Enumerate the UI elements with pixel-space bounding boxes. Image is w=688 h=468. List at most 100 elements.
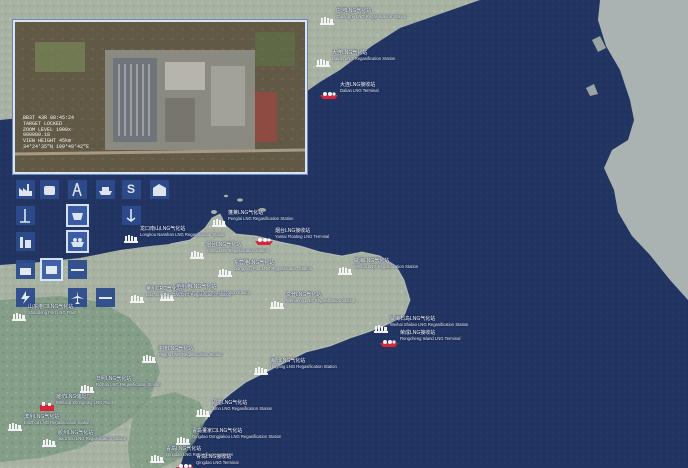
line-tool-button[interactable] xyxy=(68,260,87,279)
lng-terminal-icon[interactable] xyxy=(380,334,398,347)
lng-terminal-icon[interactable] xyxy=(176,458,194,468)
facility-label[interactable]: 青岛LNG接收站 Qingdao LNG Terminal xyxy=(196,454,239,465)
pipeline-tool-button[interactable] xyxy=(16,206,35,225)
lng-plant-icon[interactable] xyxy=(40,398,54,411)
refinery-tool-button[interactable] xyxy=(16,232,35,251)
regasification-station-icon[interactable] xyxy=(254,362,268,375)
facility-name-en: Weihai Shidao LNG Regasification Station xyxy=(390,321,469,327)
facility-name-en: Weifang Zhongtong LNG Plant xyxy=(56,399,113,405)
warehouse-tool-button[interactable] xyxy=(150,180,169,199)
island xyxy=(237,198,243,202)
facility-label[interactable]: 海阳LNG气化站 Haiyang LNG Regasification Stati… xyxy=(270,358,337,369)
facility-name-en: Dalian LNG Terminal xyxy=(340,87,379,93)
facility-label[interactable]: 荣成LNG接收站 Rongcheng Island LNG Terminal xyxy=(400,330,461,341)
regasification-station-icon[interactable] xyxy=(142,350,156,363)
regasification-station-icon[interactable] xyxy=(338,262,352,275)
facility-name-en: Jimo LNG Regasification Station xyxy=(212,405,273,411)
facility-name-en: Jiaozhou LNG Regasification Station xyxy=(58,435,127,441)
facility-label[interactable]: 莱州CRC气化站 Laizhou CRC Gas LNG Regasificati… xyxy=(146,286,232,297)
facility-label[interactable]: 庄河LNG气化站 Zhuanghe LNG Regasification Stat… xyxy=(336,8,407,19)
regasification-station-icon[interactable] xyxy=(196,404,210,417)
pipeline-icon xyxy=(20,209,30,223)
factory-icon xyxy=(19,184,32,196)
road-icon xyxy=(99,297,112,299)
facility-name-en: Dalian LNG Regasification Station xyxy=(332,55,396,61)
lng-carrier-icon xyxy=(71,238,84,247)
facility-label[interactable]: 潍坊LNG储配厂 Weifang Zhongtong LNG Plant xyxy=(56,394,113,405)
road-tool-button[interactable] xyxy=(96,288,115,307)
map-view[interactable]: BB3T 43R 08:45:24 TARGET LOCKED ZOOM LEV… xyxy=(0,0,688,468)
lng-terminal-icon[interactable] xyxy=(320,86,338,99)
ship-tool-button[interactable] xyxy=(96,180,115,199)
facility-label[interactable]: 胶州LNG气化站 Jiaozhou LNG Regasification Stat… xyxy=(58,430,127,441)
facility-name-en: Zhuanghe LNG Regasification Station xyxy=(336,13,407,19)
regasification-station-icon[interactable] xyxy=(80,380,94,393)
facility-name-en: Weihai LNG Regasification Station xyxy=(354,263,419,269)
facility-name-en: Haiyang LNG Regasification Station xyxy=(270,363,337,369)
facility-name-en: Binzhou LNG Regasification Station xyxy=(24,419,91,425)
facility-label[interactable]: 蓬莱LNG气化站 Penglai LNG Regasification Stati… xyxy=(228,210,294,221)
facility-label[interactable]: 文登LNG气化站 Wendeng LNG Regasification Stati… xyxy=(286,292,355,303)
oil-rig-tool-button[interactable] xyxy=(68,180,87,199)
port-tool-button[interactable] xyxy=(122,206,141,225)
facility-label[interactable]: 大连LNG接收站 Dalian LNG Terminal xyxy=(340,82,379,93)
factory-tool-button[interactable] xyxy=(16,180,35,199)
facility-name-en: Qingdao Dongjiakou LNG Regasification St… xyxy=(192,433,282,439)
oil-rig-icon xyxy=(72,182,82,197)
regasification-station-icon[interactable] xyxy=(270,296,284,309)
station-s-tool-button[interactable]: S xyxy=(122,180,141,199)
facility-name-en: Pingdu LNG Regasification Station xyxy=(158,351,223,357)
regasification-station-icon[interactable] xyxy=(12,308,26,321)
refinery-icon xyxy=(20,237,31,248)
s-label: S xyxy=(127,182,136,196)
regasification-station-icon[interactable] xyxy=(150,450,164,463)
satellite-inset-panel: BB3T 43R 08:45:24 TARGET LOCKED ZOOM LEV… xyxy=(13,20,307,174)
regasification-station-icon[interactable] xyxy=(320,12,334,25)
facility-label[interactable]: 威海LNG气化站 Weihai LNG Regasification Statio… xyxy=(354,258,419,269)
regasification-station-icon[interactable] xyxy=(42,434,56,447)
facility-label[interactable]: 日照LNG气化站 Rizhao LNG Regasification Statio… xyxy=(96,376,161,387)
line-icon xyxy=(71,269,84,271)
facility-name-en: Rizhao LNG Regasification Station xyxy=(96,381,161,387)
regasification-station-icon[interactable] xyxy=(130,290,144,303)
facility-label[interactable]: 烟台LNG接收站 Yantai Floating LNG Terminal xyxy=(275,228,329,239)
regasification-station-icon[interactable] xyxy=(190,246,204,259)
storage-tool-button[interactable] xyxy=(16,260,35,279)
regasification-station-icon[interactable] xyxy=(124,230,138,243)
regasification-station-icon[interactable] xyxy=(316,54,330,67)
regasification-station-icon[interactable] xyxy=(218,264,232,277)
terminal-tool-button[interactable] xyxy=(40,258,63,281)
platform-tool-button[interactable] xyxy=(66,204,89,227)
warehouse-icon xyxy=(153,184,166,196)
facility-name-en: Dongying Port LNG Regasification Station xyxy=(234,265,312,271)
facility-label[interactable]: 平度LNG气化站 Pingdu LNG Regasification Statio… xyxy=(158,346,223,357)
facility-label[interactable]: 烟台LNG气化站 Yantai LNG Regasification Statio… xyxy=(206,242,270,253)
tank-icon xyxy=(44,186,55,195)
regasification-station-icon[interactable] xyxy=(8,418,22,431)
lng-terminal-icon[interactable] xyxy=(255,232,273,245)
inset-telemetry: BB3T 43R 08:45:24 TARGET LOCKED ZOOM LEV… xyxy=(23,115,90,151)
facility-name-en: Penglai LNG Regasification Station xyxy=(228,215,294,221)
regasification-station-icon[interactable] xyxy=(212,214,226,227)
telemetry-line: 34°24'35"N 109°49'42"E xyxy=(23,143,90,150)
facility-name-en: Laizhou CRC Gas LNG Regasification Stati… xyxy=(146,291,232,297)
lng-carrier-tool-button[interactable] xyxy=(66,230,89,253)
facility-label[interactable]: 即墨LNG气化站 Jimo LNG Regasification Station xyxy=(212,400,273,411)
facility-name-en: Rongcheng Island LNG Terminal xyxy=(400,335,461,341)
facility-label[interactable]: 威海石岛LNG气化站 Weihai Shidao LNG Regasificati… xyxy=(390,316,469,327)
facility-name-en: Yantai LNG Regasification Station xyxy=(206,247,270,253)
tank-tool-button[interactable] xyxy=(40,180,59,199)
facility-label[interactable]: 龙口南山LNG气化站 Longkou Nanshan LNG Regasifica… xyxy=(140,226,225,237)
facility-name-en: Qingdao LNG Terminal xyxy=(196,459,239,465)
island xyxy=(224,194,228,198)
facility-label[interactable]: 山东港口LNG气化站 Shandong Port LNG Plant xyxy=(28,304,77,315)
regasification-station-icon[interactable] xyxy=(374,320,388,333)
facility-label[interactable]: 东营港LNG气化站 Dongying Port LNG Regasificatio… xyxy=(234,260,312,271)
regasification-station-icon[interactable] xyxy=(176,432,190,445)
ship-icon xyxy=(99,187,112,195)
facility-label[interactable]: 青岛董家口LNG气化站 Qingdao Dongjiakou LNG Regasi… xyxy=(192,428,282,439)
facility-label[interactable]: 大连LNG气化站 Dalian LNG Regasification Statio… xyxy=(332,50,396,61)
facility-name-en: Shandong Port LNG Plant xyxy=(28,309,77,315)
airplane-icon xyxy=(71,291,84,304)
facility-label[interactable]: 滨州LNG气化站 Binzhou LNG Regasification Stati… xyxy=(24,414,91,425)
